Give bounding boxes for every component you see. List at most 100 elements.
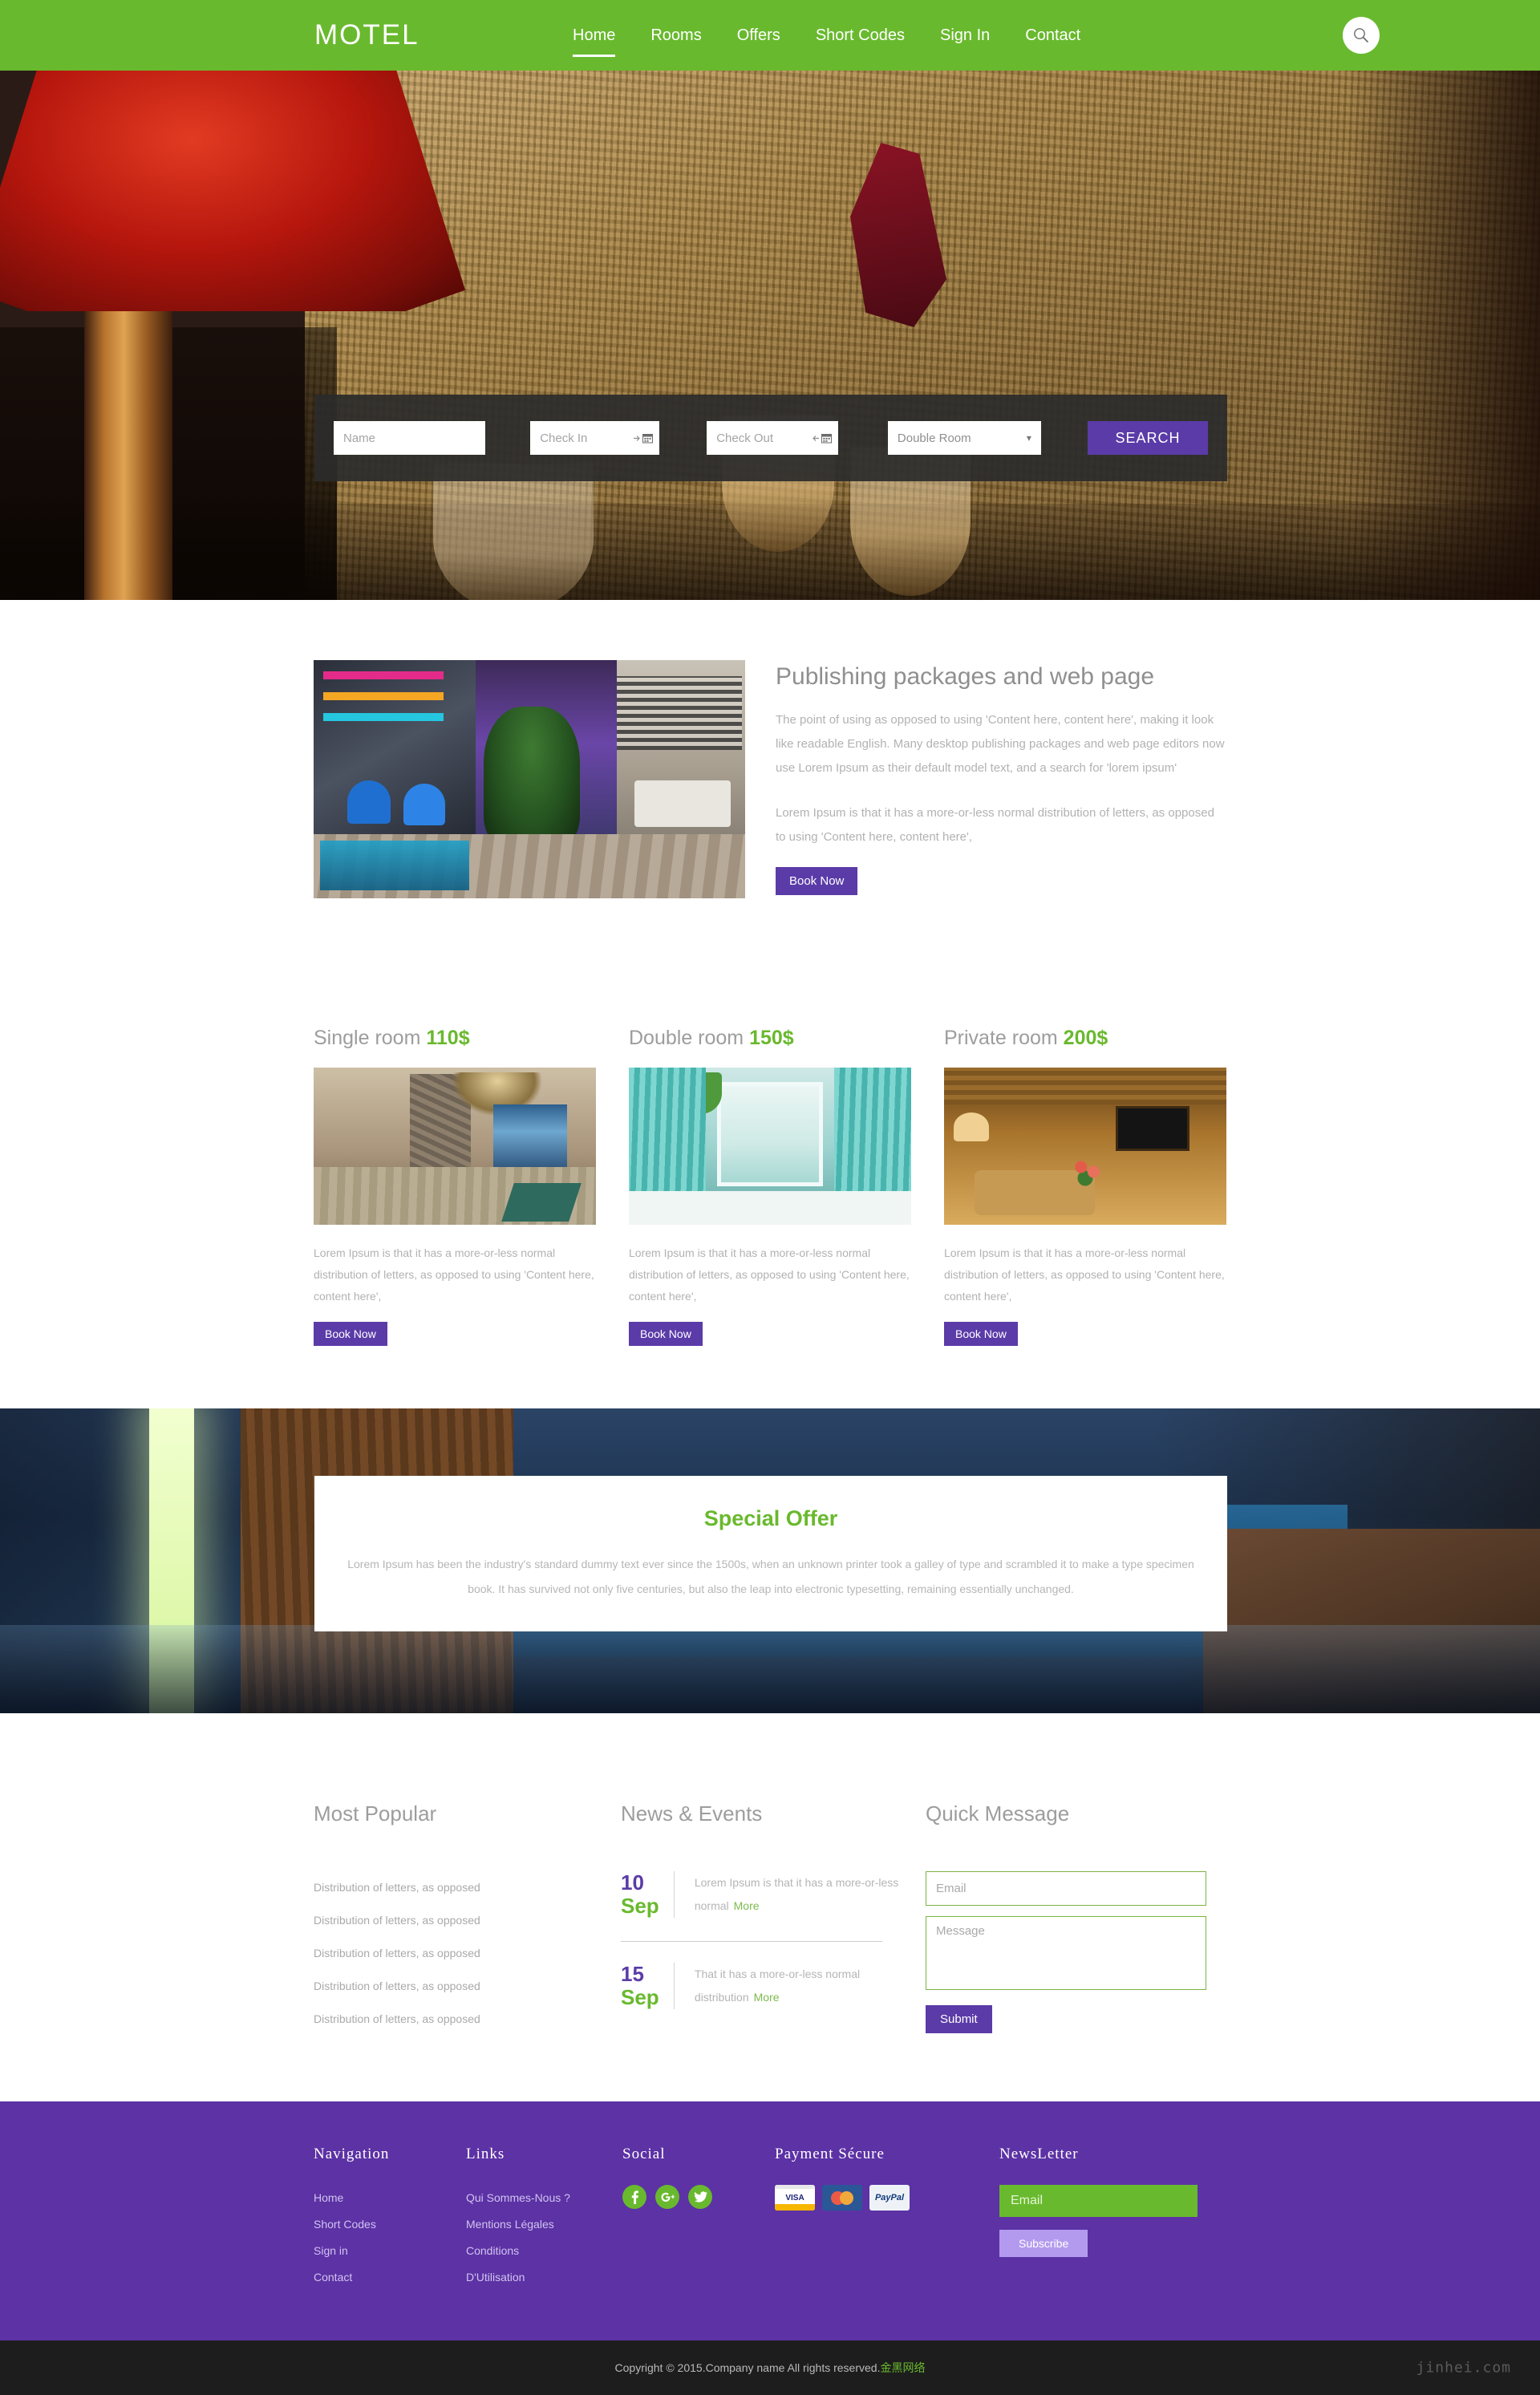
footer-link-contact[interactable]: Contact: [314, 2264, 466, 2291]
visa-label: VISA: [785, 2193, 804, 2203]
newsletter-email-input[interactable]: [999, 2185, 1198, 2217]
about-section: Publishing packages and web page The poi…: [0, 600, 1540, 898]
room-price: 200$: [1063, 1027, 1108, 1049]
news-events-widget: News & Events 10 Sep Lorem Ipsum is that…: [621, 1801, 926, 2036]
news-text: That it has a more-or-less normal distri…: [695, 1963, 926, 2009]
room-type-field[interactable]: Double Room ▾: [887, 421, 1041, 455]
bottom-widgets-section: Most Popular Distribution of letters, as…: [0, 1713, 1540, 2101]
news-divider: [674, 1871, 675, 1919]
footer-newsletter-title: NewsLetter: [999, 2146, 1079, 2162]
footer-link-utilisation[interactable]: D'Utilisation: [466, 2264, 622, 2291]
paypal-icon: PayPal: [869, 2185, 910, 2211]
main-navigation: Home Rooms Offers Short Codes Sign In Co…: [555, 23, 1098, 57]
popular-list-item[interactable]: Distribution of letters, as opposed: [314, 1970, 621, 2003]
booking-search-bar: Double Room ▾ SEARCH: [314, 395, 1227, 481]
most-popular-widget: Most Popular Distribution of letters, as…: [314, 1801, 621, 2036]
site-header: MOTEL Home Rooms Offers Short Codes Sign…: [0, 0, 1540, 71]
twitter-icon[interactable]: [688, 2185, 712, 2209]
special-offer-section: Special Offer Lorem Ipsum has been the i…: [0, 1408, 1540, 1713]
nav-item-short-codes[interactable]: Short Codes: [798, 23, 922, 47]
room-price: 110$: [426, 1027, 470, 1049]
room-type-select[interactable]: Double Room: [887, 421, 1041, 455]
checkout-field[interactable]: [707, 421, 838, 455]
news-date: 10 Sep: [621, 1870, 674, 1918]
room-image: [314, 1068, 596, 1225]
name-field[interactable]: [334, 421, 486, 455]
quick-message-email-input[interactable]: [926, 1871, 1206, 1906]
footer-links-column: Links Qui Sommes-Nous ? Mentions Légales…: [466, 2146, 622, 2291]
footer-link-short-codes[interactable]: Short Codes: [314, 2211, 466, 2238]
room-image: [629, 1068, 911, 1225]
news-month: Sep: [621, 1985, 659, 2010]
about-title: Publishing packages and web page: [776, 663, 1155, 690]
room-title: Double room 150$: [629, 1027, 911, 1050]
news-item: 15 Sep That it has a more-or-less normal…: [621, 1963, 926, 2010]
about-book-now-button[interactable]: Book Now: [776, 867, 858, 895]
about-image: [314, 660, 745, 898]
popular-list-item[interactable]: Distribution of letters, as opposed: [314, 1904, 621, 1937]
popular-list-item[interactable]: Distribution of letters, as opposed: [314, 2003, 621, 2036]
google-plus-icon[interactable]: [655, 2185, 679, 2209]
footer-social-title: Social: [622, 2146, 666, 2162]
search-button[interactable]: SEARCH: [1087, 421, 1208, 455]
news-separator: [621, 1941, 882, 1943]
news-more-link[interactable]: More: [754, 1991, 780, 2004]
nav-item-sign-in[interactable]: Sign In: [922, 23, 1007, 47]
copyright-text: Copyright © 2015.Company name All rights…: [615, 2360, 926, 2376]
footer-payment-column: Payment Sécure VISA PayPal: [775, 2146, 999, 2291]
most-popular-title: Most Popular: [314, 1801, 437, 1826]
room-name: Single room: [314, 1027, 421, 1049]
quick-message-textarea[interactable]: [926, 1916, 1206, 1990]
checkin-field[interactable]: [530, 421, 660, 455]
room-book-now-button[interactable]: Book Now: [629, 1322, 703, 1346]
room-description: Lorem Ipsum is that it has a more-or-les…: [629, 1246, 910, 1303]
footer-payment-title: Payment Sécure: [775, 2146, 885, 2162]
news-date: 15 Sep: [621, 1963, 674, 2009]
quick-message-widget: Quick Message Submit: [926, 1801, 1226, 2036]
mastercard-icon: [822, 2185, 862, 2211]
footer-link-home[interactable]: Home: [314, 2185, 466, 2211]
nav-item-offers[interactable]: Offers: [719, 23, 798, 47]
name-input[interactable]: [334, 421, 486, 455]
payment-icon-list: VISA PayPal: [775, 2185, 999, 2211]
news-divider: [674, 1963, 675, 2010]
room-book-now-button[interactable]: Book Now: [314, 1322, 387, 1346]
room-description: Lorem Ipsum is that it has a more-or-les…: [314, 1246, 594, 1303]
watermark-label: jinhei.com: [1416, 2359, 1511, 2377]
footer-link-conditions[interactable]: Conditions: [466, 2238, 622, 2264]
nav-item-rooms[interactable]: Rooms: [633, 23, 719, 47]
footer-link-mentions-legales[interactable]: Mentions Légales: [466, 2211, 622, 2238]
copyright-cn-label[interactable]: 金黑网络: [880, 2361, 925, 2374]
news-events-title: News & Events: [621, 1801, 763, 1826]
about-paragraph-2: Lorem Ipsum is that it has a more-or-les…: [776, 806, 1214, 844]
about-paragraph-1: The point of using as opposed to using '…: [776, 713, 1225, 775]
footer-link-sign-in[interactable]: Sign in: [314, 2238, 466, 2264]
checkout-input[interactable]: [707, 421, 838, 455]
footer-newsletter-column: NewsLetter Subscribe: [999, 2146, 1226, 2291]
room-description: Lorem Ipsum is that it has a more-or-les…: [944, 1246, 1225, 1303]
facebook-icon[interactable]: [622, 2185, 646, 2209]
copyright-bar: Copyright © 2015.Company name All rights…: [0, 2340, 1540, 2395]
paypal-label: PayPal: [874, 2193, 905, 2203]
nav-item-contact[interactable]: Contact: [1007, 23, 1098, 47]
room-card: Double room 150$ Lorem Ipsum is that it …: [629, 1027, 911, 1346]
room-image: [944, 1068, 1226, 1225]
newsletter-subscribe-button[interactable]: Subscribe: [999, 2230, 1088, 2257]
nav-item-home[interactable]: Home: [555, 23, 633, 57]
news-more-link[interactable]: More: [734, 1899, 760, 1912]
room-name: Private room: [944, 1027, 1058, 1049]
room-book-now-button[interactable]: Book Now: [944, 1322, 1018, 1346]
site-logo[interactable]: MOTEL: [314, 19, 419, 51]
checkin-input[interactable]: [530, 421, 660, 455]
visa-icon: VISA: [775, 2185, 815, 2211]
quick-message-submit-button[interactable]: Submit: [926, 2005, 992, 2033]
footer-link-qui-sommes-nous[interactable]: Qui Sommes-Nous ?: [466, 2185, 622, 2211]
hero-background-image: [0, 71, 1540, 600]
news-item: 10 Sep Lorem Ipsum is that it has a more…: [621, 1870, 926, 1919]
room-name: Double room: [629, 1027, 744, 1049]
search-icon[interactable]: [1343, 17, 1380, 54]
copyright-label: Copyright © 2015.Company name All rights…: [614, 2361, 881, 2374]
footer-navigation-title: Navigation: [314, 2146, 390, 2162]
popular-list-item[interactable]: Distribution of letters, as opposed: [314, 1937, 621, 1970]
popular-list-item[interactable]: Distribution of letters, as opposed: [314, 1871, 621, 1904]
